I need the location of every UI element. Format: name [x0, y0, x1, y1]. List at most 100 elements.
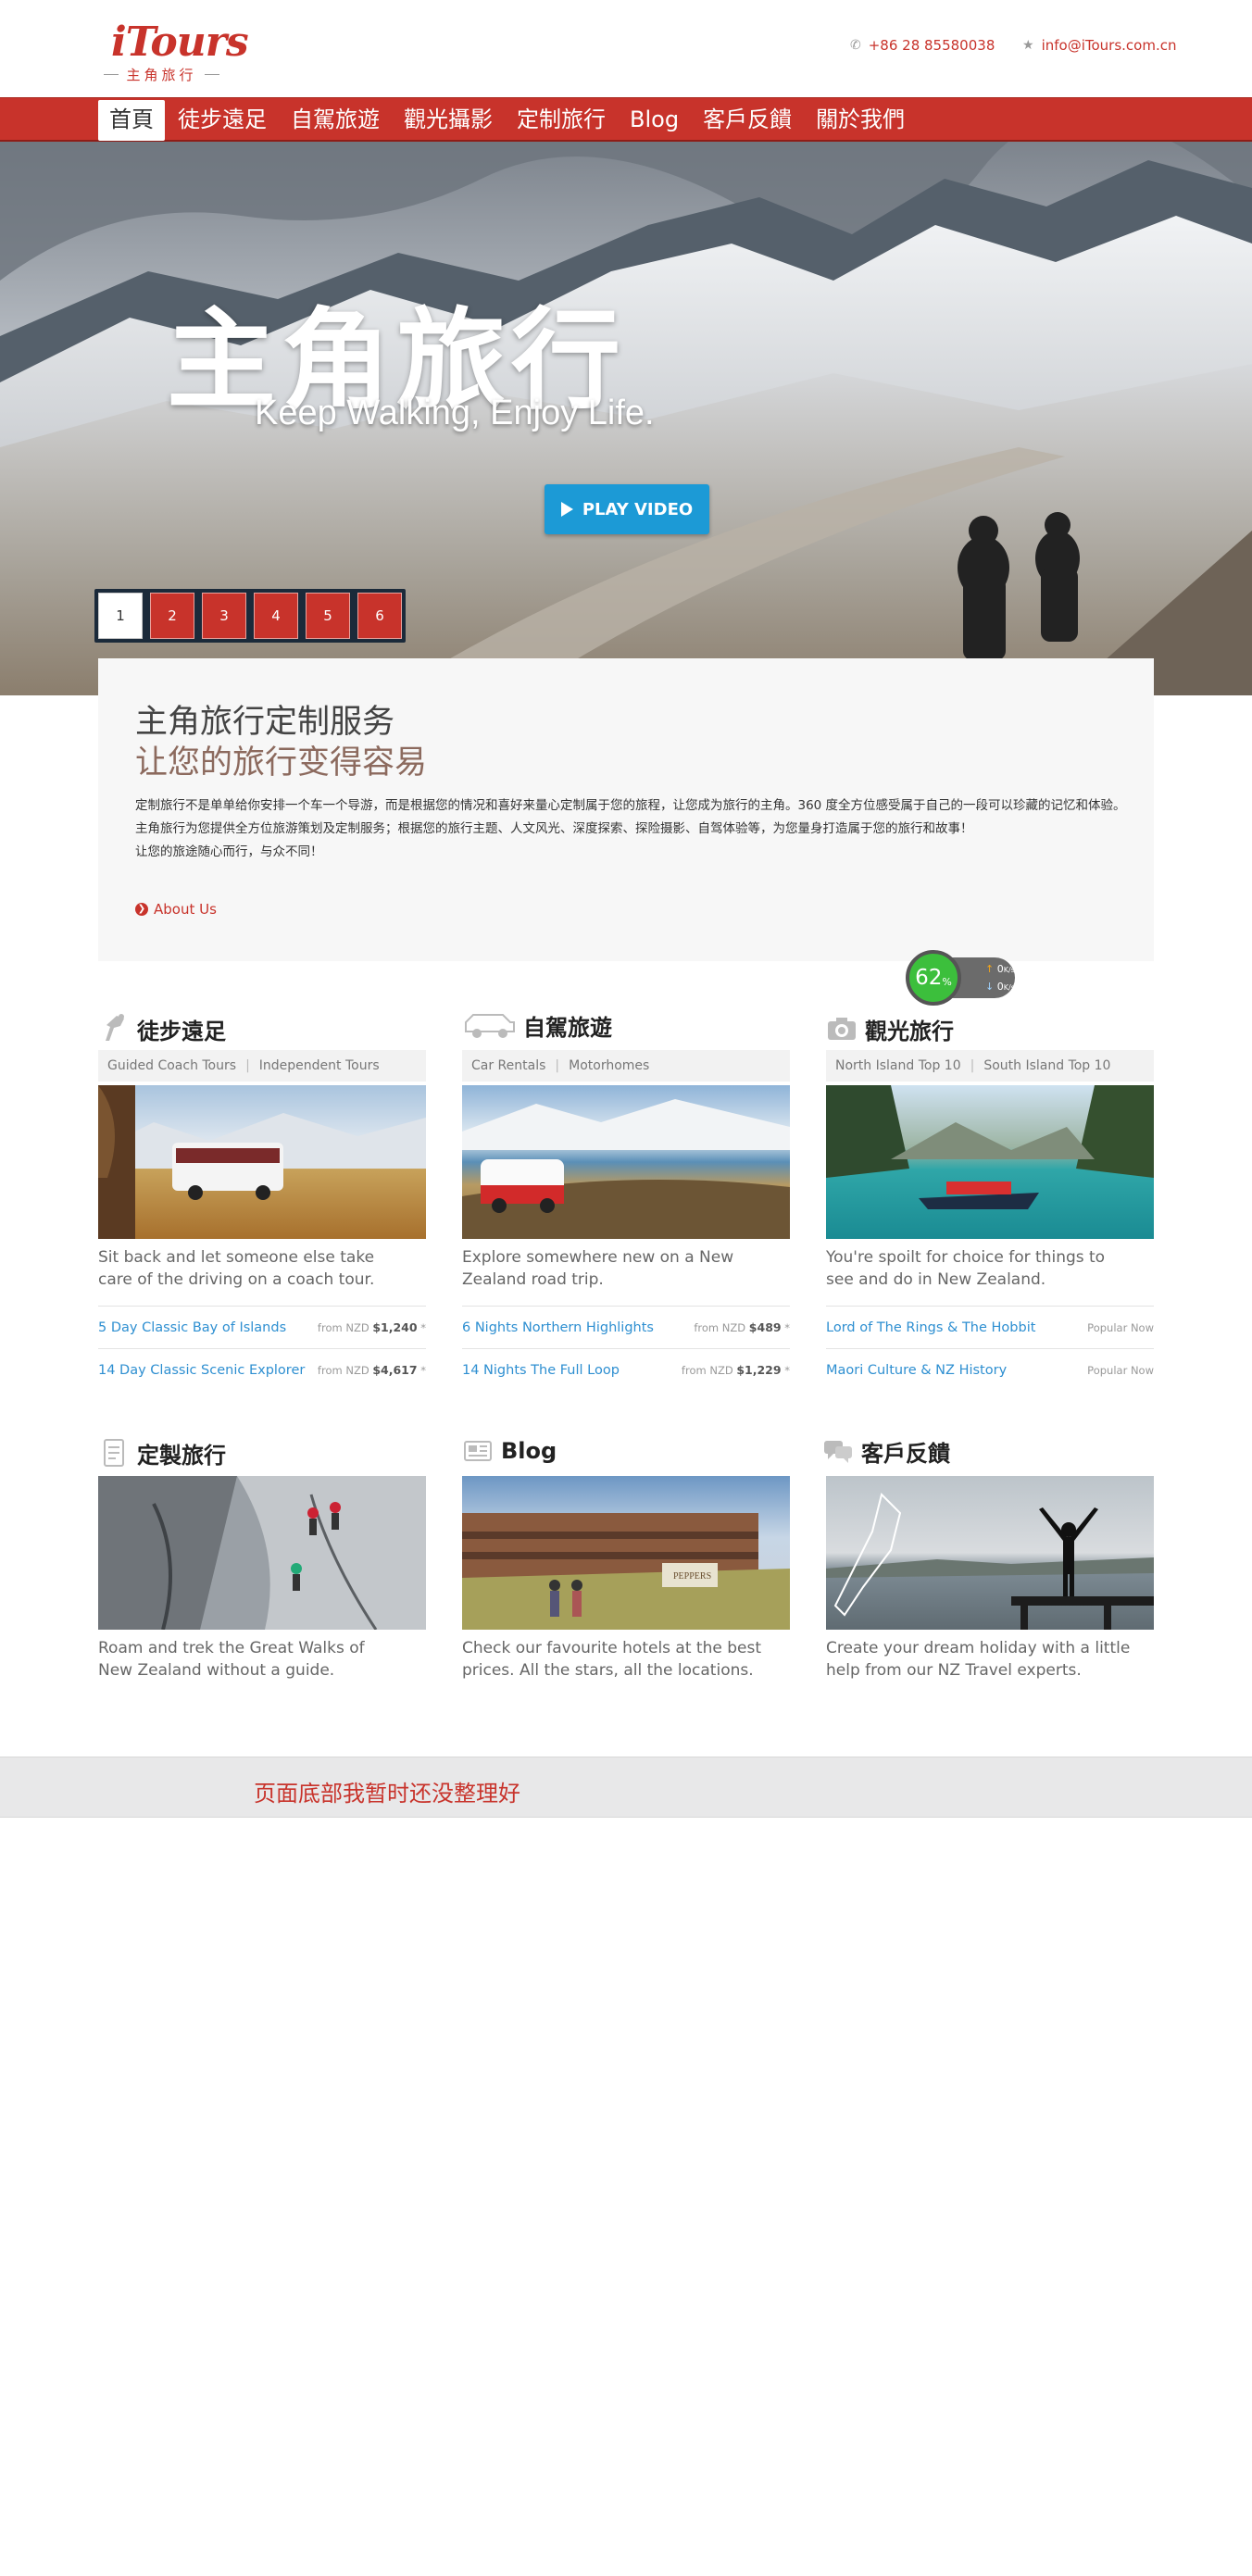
phone-icon: ✆	[850, 38, 861, 53]
document-icon	[98, 1437, 130, 1469]
nav-item-about[interactable]: 關於我們	[805, 98, 916, 141]
link-label[interactable]: 5 Day Classic Bay of Islands	[98, 1320, 286, 1335]
card-hiking: 徒步遠足 Guided Coach Tours | Independent To…	[98, 1007, 426, 1396]
star-icon: ★	[1022, 38, 1034, 53]
nav-item-photography[interactable]: 觀光攝影	[393, 98, 504, 141]
card-feedback-desc: Create your dream holiday with a little …	[826, 1639, 1131, 1680]
chat-bubbles-icon	[822, 1435, 854, 1467]
link-tag: Popular Now	[1087, 1320, 1154, 1334]
link-price: from NZD $1,229 *	[681, 1363, 790, 1377]
play-video-button[interactable]: PLAY VIDEO	[545, 484, 709, 534]
card-blog-header: Blog	[462, 1430, 557, 1472]
card-selfdrive-header: 自駕旅遊	[462, 1004, 612, 1046]
speed-up: 0	[996, 963, 1004, 975]
card-sightseeing-link-2[interactable]: Maori Culture & NZ History Popular Now	[826, 1348, 1154, 1391]
newspaper-icon	[462, 1435, 494, 1467]
card-blog-photo[interactable]: PEPPERS	[462, 1476, 790, 1630]
tab-guided-coach-tours[interactable]: Guided Coach Tours	[107, 1058, 236, 1073]
card-selfdrive-link-1[interactable]: 6 Nights Northern Highlights from NZD $4…	[462, 1306, 790, 1348]
tab-car-rentals[interactable]: Car Rentals	[471, 1058, 545, 1073]
hero-subtitle: Keep Walking, Enjoy Life.	[255, 394, 655, 432]
card-feedback-title: 客戶反饋	[861, 1440, 950, 1467]
tab-independent-tours[interactable]: Independent Tours	[259, 1058, 380, 1073]
speed-down-unit: K/s	[1003, 983, 1015, 992]
nav-item-custom[interactable]: 定制旅行	[506, 98, 617, 141]
hiker-icon	[98, 1013, 130, 1044]
tab-north-island-top-10[interactable]: North Island Top 10	[835, 1058, 961, 1073]
site-footer: 页面底部我暂时还没整理好	[0, 1757, 1252, 1818]
tab-motorhomes[interactable]: Motorhomes	[569, 1058, 649, 1073]
card-selfdrive-link-2[interactable]: 14 Nights The Full Loop from NZD $1,229 …	[462, 1348, 790, 1391]
slide-page-4[interactable]: 4	[254, 593, 298, 639]
card-blog-title: Blog	[501, 1438, 557, 1464]
slide-page-6[interactable]: 6	[357, 593, 402, 639]
card-feedback-photo[interactable]	[826, 1476, 1154, 1630]
card-hiking-tabs: Guided Coach Tours | Independent Tours	[98, 1050, 426, 1082]
header-email[interactable]: ★ info@iTours.com.cn	[1022, 37, 1176, 54]
card-feedback: 客戶反饋 Create your dream holiday with a li…	[822, 1430, 1154, 1691]
speed-down: 0	[996, 981, 1004, 993]
link-label[interactable]: Maori Culture & NZ History	[826, 1363, 1007, 1378]
logo-subtitle: 主角旅行	[104, 65, 219, 84]
email-address: info@iTours.com.cn	[1041, 37, 1177, 54]
footer-message: 页面底部我暂时还没整理好	[254, 1781, 520, 1807]
intro-line-3: 让您的旅途随心而行，与众不同！	[135, 844, 323, 859]
card-sightseeing-desc: You're spoilt for choice for things to s…	[826, 1248, 1106, 1289]
tab-south-island-top-10[interactable]: South Island Top 10	[983, 1058, 1110, 1073]
card-sightseeing-header: 觀光旅行	[826, 1007, 954, 1050]
speed-percent: 62%	[906, 950, 961, 1006]
card-hiking-photo[interactable]	[98, 1085, 426, 1239]
card-sightseeing-title: 觀光旅行	[865, 1018, 954, 1044]
card-custom-desc: Roam and trek the Great Walks of New Zea…	[98, 1639, 365, 1680]
link-price: from NZD $489 *	[694, 1320, 790, 1334]
card-selfdrive-title: 自駕旅遊	[523, 1014, 612, 1041]
site-logo[interactable]: iTours 主角旅行	[104, 19, 249, 85]
site-header: iTours 主角旅行 ✆ +86 28 85580038 ★ info@iTo…	[0, 0, 1252, 97]
slide-page-5[interactable]: 5	[306, 593, 350, 639]
card-sightseeing-link-1[interactable]: Lord of The Rings & The Hobbit Popular N…	[826, 1306, 1154, 1348]
logo-wordmark: iTours	[111, 19, 249, 66]
phone-number: +86 28 85580038	[868, 37, 995, 54]
main-nav: 首頁 徒步遠足 自駕旅遊 觀光攝影 定制旅行 Blog 客戶反饋 關於我們	[0, 97, 1252, 142]
link-label[interactable]: 14 Nights The Full Loop	[462, 1363, 620, 1378]
nav-item-selfdrive[interactable]: 自駕旅遊	[280, 98, 391, 141]
play-icon	[560, 502, 573, 517]
header-phone[interactable]: ✆ +86 28 85580038	[850, 37, 995, 54]
link-price: from NZD $4,617 *	[317, 1363, 426, 1377]
card-custom-header: 定製旅行	[98, 1432, 226, 1474]
card-custom-title: 定製旅行	[137, 1442, 226, 1469]
card-custom-photo[interactable]	[98, 1476, 426, 1630]
about-us-link[interactable]: ❯ About Us	[135, 901, 217, 918]
card-hiking-title: 徒步遠足	[137, 1018, 226, 1044]
link-label[interactable]: Lord of The Rings & The Hobbit	[826, 1320, 1035, 1335]
car-icon	[462, 1009, 516, 1041]
card-custom: 定製旅行 Roam and trek the Great Walks of Ne…	[98, 1432, 426, 1691]
card-blog: Blog PEPPERS Check our favourite hotels …	[462, 1430, 790, 1691]
slide-page-3[interactable]: 3	[202, 593, 246, 639]
slide-pager: 1 2 3 4 5 6	[94, 589, 406, 643]
nav-item-home[interactable]: 首頁	[98, 100, 165, 141]
nav-item-feedback[interactable]: 客戶反饋	[692, 98, 803, 141]
about-us-label: About Us	[154, 901, 217, 918]
slide-page-2[interactable]: 2	[150, 593, 194, 639]
play-video-label: PLAY VIDEO	[582, 499, 694, 519]
upload-arrow-icon: ↑	[985, 963, 995, 975]
speed-percent-unit: %	[942, 975, 952, 988]
nav-item-blog[interactable]: Blog	[619, 98, 690, 141]
card-hiking-header: 徒步遠足	[98, 1007, 226, 1050]
speed-widget[interactable]: 62% ↑ 0K/s ↓ 0K/s	[906, 950, 1015, 1006]
card-blog-desc: Check our favourite hotels at the best p…	[462, 1639, 761, 1680]
card-sightseeing-photo[interactable]	[826, 1085, 1154, 1239]
slide-page-1[interactable]: 1	[98, 593, 143, 639]
card-hiking-link-1[interactable]: 5 Day Classic Bay of Islands from NZD $1…	[98, 1306, 426, 1348]
card-hiking-link-2[interactable]: 14 Day Classic Scenic Explorer from NZD …	[98, 1348, 426, 1391]
card-selfdrive: 自駕旅遊 Car Rentals | Motorhomes Explore so…	[462, 1004, 790, 1396]
intro-line-1: 定制旅行不是单单给你安排一个车一个导游，而是根据您的情况和喜好来量心定制属于您的…	[135, 798, 1126, 813]
intro-subheading: 让您的旅行变得容易	[135, 744, 428, 782]
link-label[interactable]: 6 Nights Northern Highlights	[462, 1320, 654, 1335]
nav-item-hiking[interactable]: 徒步遠足	[167, 98, 278, 141]
card-sightseeing: 觀光旅行 North Island Top 10 | South Island …	[826, 1007, 1154, 1396]
link-price: from NZD $1,240 *	[317, 1320, 426, 1334]
card-selfdrive-photo[interactable]	[462, 1085, 790, 1239]
link-label[interactable]: 14 Day Classic Scenic Explorer	[98, 1363, 305, 1378]
